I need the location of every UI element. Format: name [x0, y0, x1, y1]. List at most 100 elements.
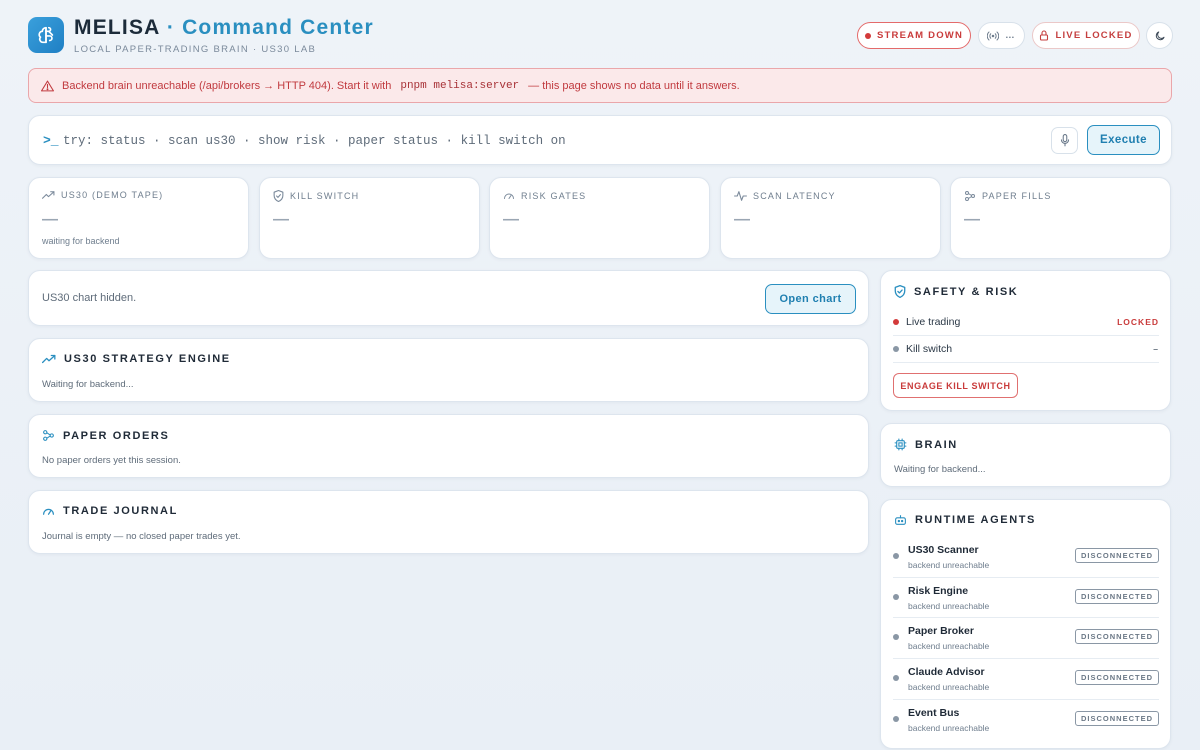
- divider: [893, 699, 1159, 700]
- status-badge: DISCONNECTED: [1075, 629, 1159, 644]
- agent-name: Event Bus: [908, 707, 960, 719]
- divider: [893, 362, 1159, 363]
- warning-icon: [41, 80, 54, 92]
- panel-title: RUNTIME AGENTS: [915, 514, 1036, 526]
- stat-value: —: [964, 211, 980, 228]
- agent-sub: backend unreachable: [908, 601, 990, 611]
- chart-hidden-text: US30 chart hidden.: [42, 292, 137, 304]
- microphone-button[interactable]: [1051, 127, 1078, 154]
- status-dot: [893, 675, 899, 681]
- strategy-engine-panel: US30 STRATEGY ENGINE Waiting for backend…: [28, 338, 869, 402]
- stat-value: —: [42, 211, 58, 228]
- paper-orders-empty-text: No paper orders yet this session.: [42, 455, 181, 466]
- row-label: Kill switch: [906, 343, 953, 355]
- network-icon: [43, 430, 54, 441]
- stat-card-risk-gates: RISK GATES —: [489, 177, 710, 259]
- app-subtitle: LOCAL PAPER-TRADING BRAIN · US30 LAB: [74, 44, 317, 55]
- chart-panel: US30 chart hidden. Open chart: [28, 270, 869, 326]
- execute-button[interactable]: Execute: [1087, 125, 1160, 155]
- command-input[interactable]: [63, 130, 963, 152]
- status-dot: [893, 716, 899, 722]
- agent-row-claude-advisor[interactable]: Claude Advisor backend unreachable DISCO…: [893, 662, 1159, 702]
- title-separator: ·: [166, 16, 176, 39]
- status-badge: DISCONNECTED: [1075, 589, 1159, 604]
- live-trading-row: Live trading LOCKED: [893, 316, 1159, 328]
- alert-text: Backend brain unreachable (/api/brokers …: [62, 79, 392, 92]
- panel-title: TRADE JOURNAL: [63, 505, 178, 517]
- stat-label: US30 (DEMO TAPE): [61, 190, 164, 200]
- broadcast-icon: [987, 31, 1000, 41]
- gauge-icon: [504, 193, 514, 199]
- agent-row-risk-engine[interactable]: Risk Engine backend unreachable DISCONNE…: [893, 581, 1159, 621]
- shield-check-icon: [894, 285, 906, 298]
- brand-name: MELISA: [74, 16, 160, 39]
- moon-icon: [1155, 31, 1164, 40]
- divider: [893, 577, 1159, 578]
- microphone-icon: [1060, 134, 1069, 147]
- engage-kill-switch-button[interactable]: ENGAGE KILL SWITCH: [893, 373, 1018, 398]
- connection-button[interactable]: …: [978, 22, 1025, 49]
- alert-suffix: — this page shows no data until it answe…: [528, 79, 740, 92]
- paper-orders-panel: PAPER ORDERS No paper orders yet this se…: [28, 414, 869, 478]
- stat-card-scan-latency: SCAN LATENCY —: [720, 177, 941, 259]
- stream-status-badge[interactable]: STREAM DOWN: [857, 22, 971, 49]
- stat-label: RISK GATES: [521, 191, 587, 201]
- divider: [893, 617, 1159, 618]
- trade-journal-panel: TRADE JOURNAL Journal is empty — no clos…: [28, 490, 869, 554]
- status-badge: DISCONNECTED: [1075, 711, 1159, 726]
- stat-card-us30: US30 (DEMO TAPE) — waiting for backend: [28, 177, 249, 259]
- strategy-status-text: Waiting for backend...: [42, 379, 134, 390]
- agent-row-paper-broker[interactable]: Paper Broker backend unreachable DISCONN…: [893, 621, 1159, 661]
- open-chart-button[interactable]: Open chart: [765, 284, 856, 314]
- status-dot: [893, 319, 899, 325]
- theme-toggle-button[interactable]: [1146, 22, 1173, 49]
- gauge-icon: [43, 508, 54, 515]
- panel-title: BRAIN: [915, 438, 958, 451]
- live-trading-status: LOCKED: [1117, 317, 1159, 327]
- connection-label: …: [1005, 30, 1016, 41]
- row-label: Live trading: [906, 316, 961, 328]
- page-title: Command Center: [182, 16, 374, 39]
- stat-label: SCAN LATENCY: [753, 191, 836, 201]
- alert-command: pnpm melisa:server: [400, 79, 520, 92]
- stat-value: —: [503, 211, 519, 228]
- panel-title: SAFETY & RISK: [914, 285, 1019, 298]
- stat-label: PAPER FILLS: [982, 191, 1052, 201]
- network-icon: [965, 191, 975, 201]
- agent-name: Risk Engine: [908, 585, 969, 597]
- app-title: MELISA · Command Center: [74, 16, 374, 40]
- robot-icon: [895, 515, 906, 525]
- runtime-agents-panel: RUNTIME AGENTS US30 Scanner backend unre…: [880, 499, 1171, 749]
- status-dot: [893, 346, 899, 352]
- kill-switch-row: Kill switch –: [893, 343, 1159, 355]
- live-status-label: LIVE LOCKED: [1055, 30, 1133, 41]
- status-badge: DISCONNECTED: [1075, 670, 1159, 685]
- journal-empty-text: Journal is empty — no closed paper trade…: [42, 531, 241, 542]
- lock-icon: [1039, 30, 1049, 41]
- status-dot: [893, 594, 899, 600]
- stat-value: —: [273, 211, 289, 228]
- kill-switch-status: –: [1153, 344, 1159, 354]
- status-dot: [864, 32, 871, 39]
- cpu-icon: [894, 438, 907, 451]
- status-dot: [893, 553, 899, 559]
- backend-error-alert: Backend brain unreachable (/api/brokers …: [28, 68, 1172, 103]
- brain-status-text: Waiting for backend...: [894, 464, 986, 475]
- agent-sub: backend unreachable: [908, 723, 990, 733]
- terminal-prompt-icon: >_: [43, 133, 59, 148]
- panel-title: PAPER ORDERS: [63, 429, 170, 442]
- safety-risk-panel: SAFETY & RISK Live trading LOCKED Kill s…: [880, 270, 1171, 411]
- live-locked-badge[interactable]: LIVE LOCKED: [1032, 22, 1140, 49]
- trend-up-icon: [42, 191, 55, 199]
- app-logo: [28, 17, 64, 53]
- agent-sub: backend unreachable: [908, 682, 990, 692]
- divider: [893, 658, 1159, 659]
- agent-row-event-bus[interactable]: Event Bus backend unreachable DISCONNECT…: [893, 703, 1159, 743]
- command-bar: >_ Execute: [28, 115, 1172, 165]
- stat-label: KILL SWITCH: [290, 191, 360, 201]
- agent-row-us30-scanner[interactable]: US30 Scanner backend unreachable DISCONN…: [893, 540, 1159, 580]
- agent-name: Claude Advisor: [908, 666, 985, 678]
- stat-card-kill-switch: KILL SWITCH —: [259, 177, 480, 259]
- stat-card-paper-fills: PAPER FILLS —: [950, 177, 1171, 259]
- agent-name: Paper Broker: [908, 625, 974, 637]
